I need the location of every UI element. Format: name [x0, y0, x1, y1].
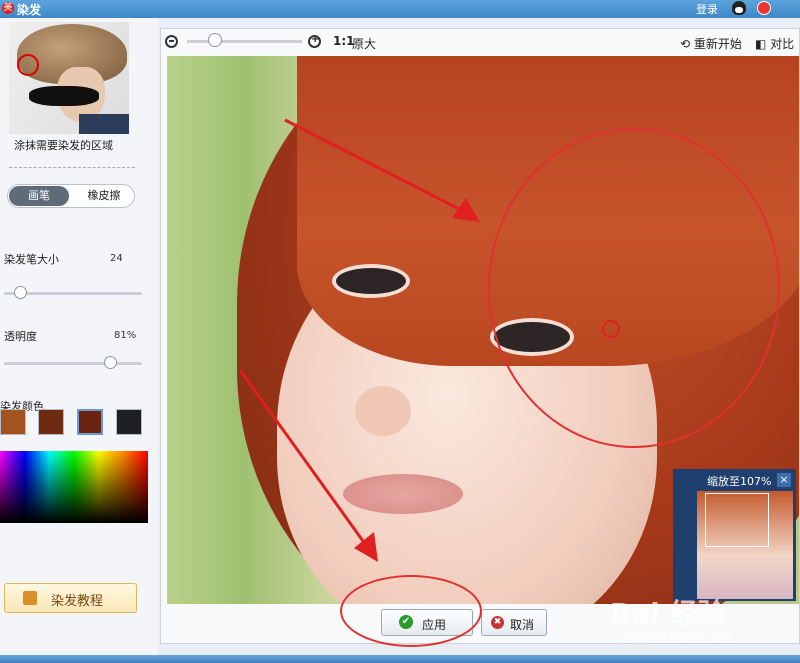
viewport-frame[interactable] [705, 493, 769, 547]
close-icon: ✖ [491, 616, 504, 629]
annotation-circle [340, 575, 482, 647]
annotation-arrow [238, 369, 370, 549]
cancel-label: 取消 [510, 618, 535, 632]
brush-cursor [602, 320, 620, 338]
close-icon[interactable]: × [777, 473, 791, 487]
zoom-level-label: 缩放至107% [707, 475, 772, 488]
cancel-button[interactable]: ✖ 取消 [481, 609, 547, 636]
watermark-url: jingyan.baidu.com [622, 630, 733, 644]
annotation-arrowhead [354, 532, 378, 562]
annotation-arrowhead [452, 198, 480, 222]
navigator-panel: 缩放至107% × [673, 469, 796, 601]
annotation-circle [488, 128, 780, 448]
bottom-bar [0, 655, 800, 663]
annotation-arrow [284, 118, 466, 214]
watermark-brand: Bai 经验 [610, 597, 726, 630]
